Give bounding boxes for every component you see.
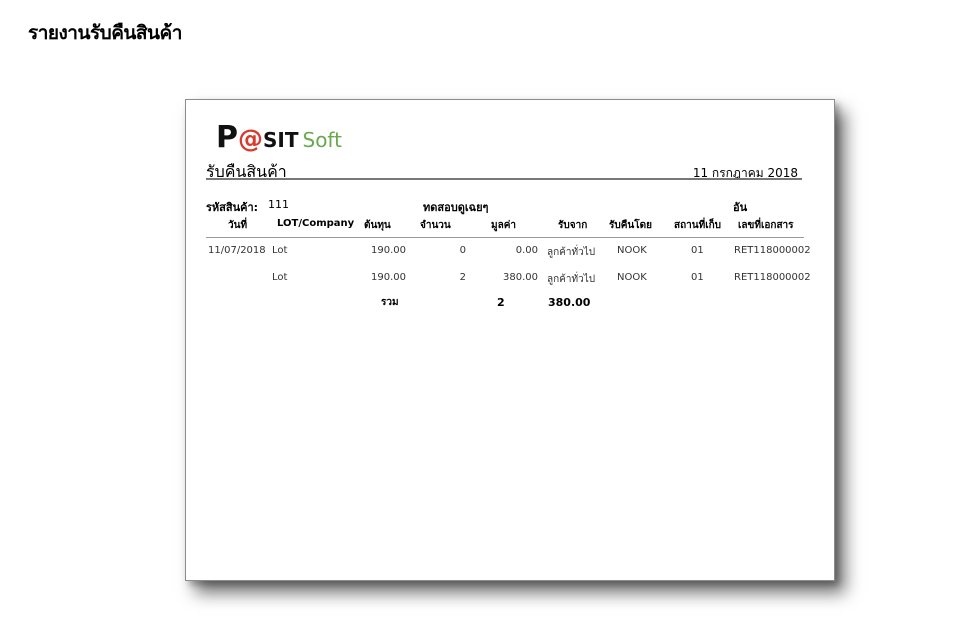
- cell-lot: Lot: [272, 272, 288, 283]
- cell-cost: 190.00: [371, 245, 406, 256]
- cell-qty: 2: [459, 272, 466, 283]
- cell-location: 01: [691, 245, 704, 256]
- col-header-by: รับคืนโดย: [609, 220, 652, 231]
- page-title: รายงานรับคืนสินค้า: [28, 22, 182, 44]
- col-header-lot: LOT/Company: [277, 218, 355, 229]
- logo-at-sign: @: [238, 124, 263, 153]
- product-code: 111: [268, 198, 289, 211]
- cell-location: 01: [691, 272, 704, 283]
- report-preview: P@SIT Soft รับคืนสินค้า 11 กรกฎาคม 2018 ร…: [185, 99, 835, 581]
- title-divider: [206, 178, 802, 180]
- product-name: ทดสอบดูเฉยๆ: [423, 201, 489, 214]
- cell-date: 11/07/2018: [208, 245, 266, 256]
- cell-doc: RET118000002: [734, 245, 811, 256]
- cell-value: 0.00: [515, 245, 538, 256]
- cell-from: ลูกค้าทั่วไป: [547, 274, 596, 285]
- col-header-doc: เลขที่เอกสาร: [738, 220, 794, 231]
- col-header-date: วันที่: [228, 220, 248, 231]
- col-header-value: มูลค่า: [491, 220, 517, 231]
- col-header-qty: จำนวน: [420, 220, 451, 231]
- report-date: 11 กรกฎาคม 2018: [692, 166, 798, 180]
- cell-qty: 0: [459, 245, 466, 256]
- logo-letter-p: P: [216, 120, 238, 155]
- cell-from: ลูกค้าทั่วไป: [547, 247, 596, 258]
- cell-by: NOOK: [617, 272, 647, 283]
- cell-by: NOOK: [617, 245, 647, 256]
- logo-soft: Soft: [302, 128, 342, 152]
- cell-doc: RET118000002: [734, 272, 811, 283]
- product-code-label: รหัสสินค้า:: [206, 201, 259, 214]
- col-header-from: รับจาก: [558, 220, 588, 231]
- cell-lot: Lot: [272, 245, 288, 256]
- header-divider: [206, 237, 804, 238]
- col-header-location: สถานที่เก็บ: [674, 220, 722, 231]
- cell-cost: 190.00: [371, 272, 406, 283]
- cell-value: 380.00: [503, 272, 538, 283]
- total-label: รวม: [381, 297, 399, 308]
- col-header-cost: ต้นทุน: [364, 220, 391, 231]
- logo-sit: SIT: [263, 128, 299, 152]
- product-unit: อัน: [733, 201, 748, 214]
- total-value: 380.00: [548, 296, 591, 309]
- report-title: รับคืนสินค้า: [206, 162, 287, 181]
- total-qty: 2: [497, 296, 505, 309]
- positsoft-logo: P@SIT Soft: [216, 120, 342, 155]
